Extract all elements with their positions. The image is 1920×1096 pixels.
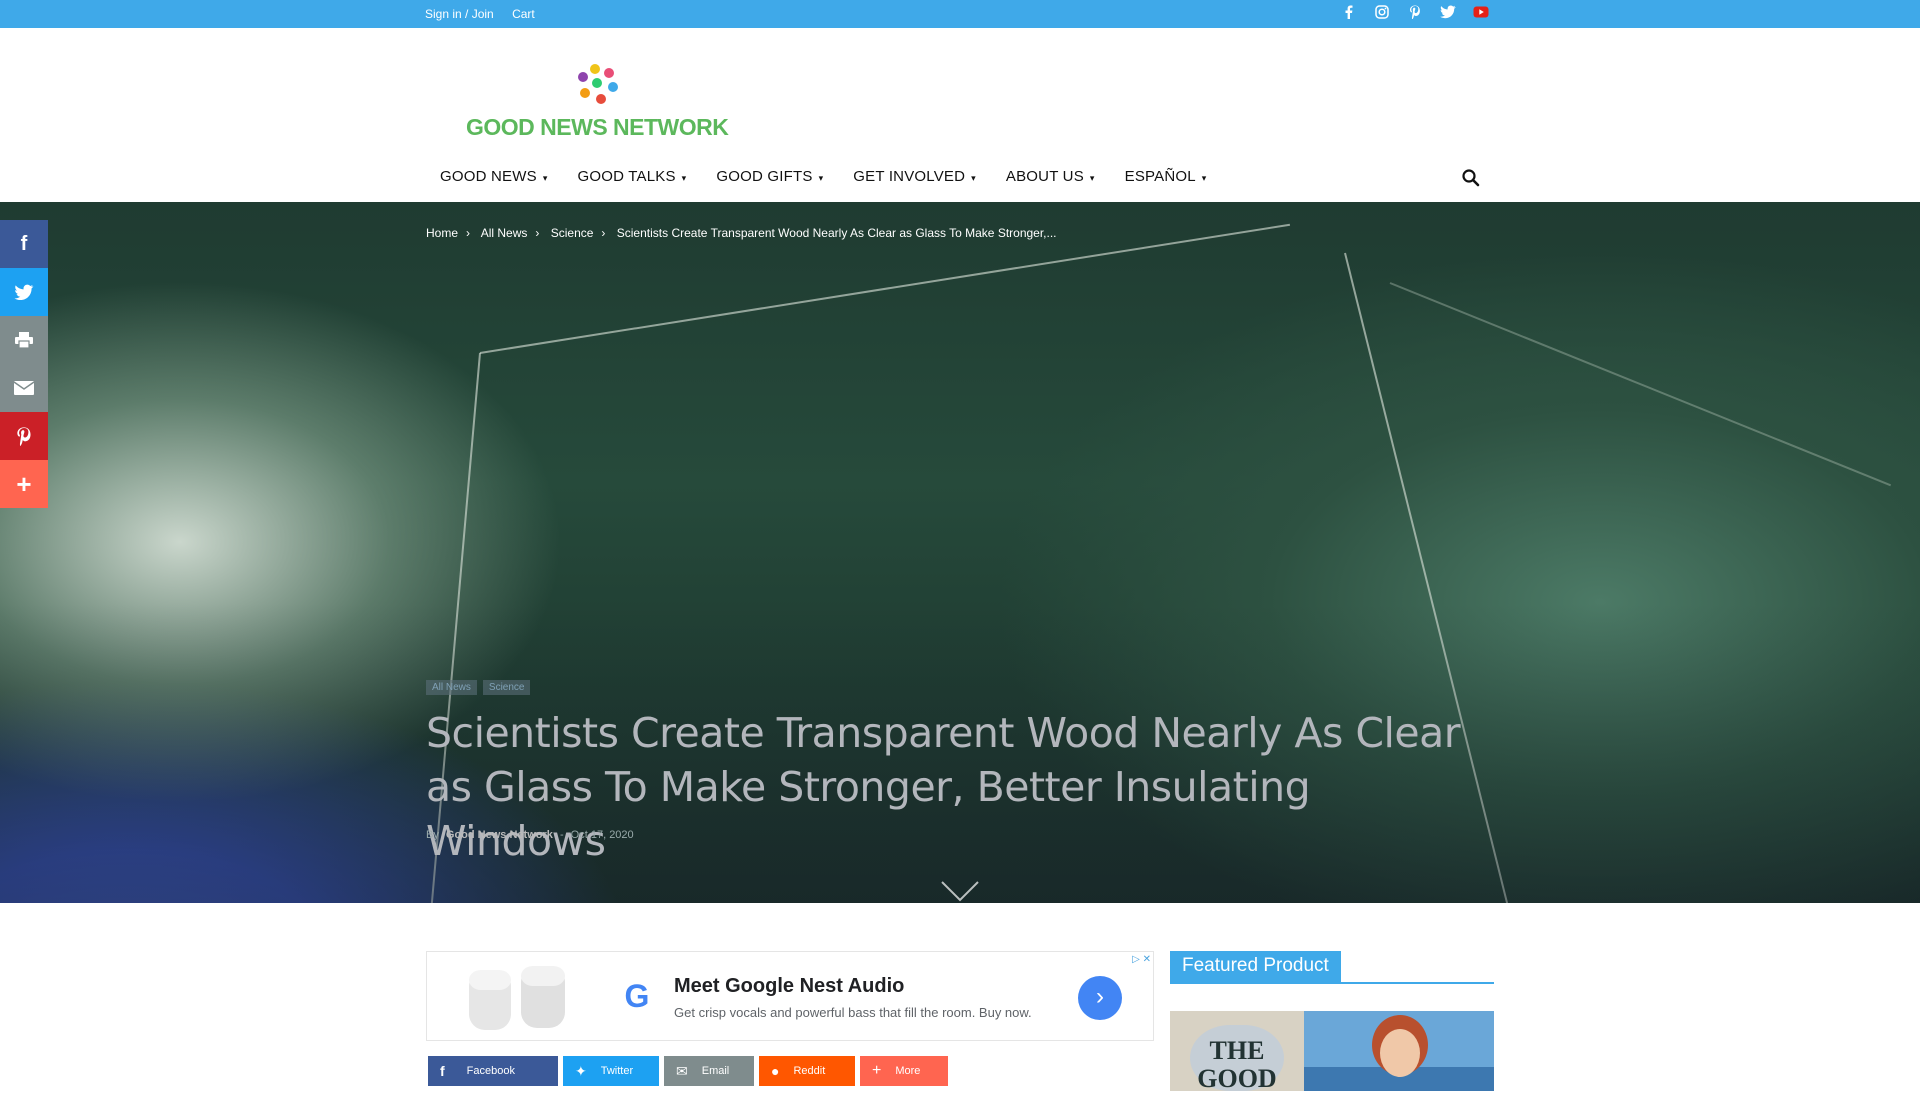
email-share-row-button[interactable]: ✉ Email xyxy=(664,1056,754,1086)
top-links: Sign in / Join Cart xyxy=(425,7,550,21)
nav-good-gifts[interactable]: GOOD GIFTS ▾ xyxy=(716,168,823,192)
nav-about-us[interactable]: ABOUT US ▾ xyxy=(1006,168,1095,192)
ad-go-button[interactable]: › xyxy=(1078,976,1122,1020)
main-nav: GOOD NEWS ▾ GOOD TALKS ▾ GOOD GIFTS ▾ GET I… xyxy=(440,168,1237,192)
svg-text:THE: THE xyxy=(1210,1036,1265,1065)
category-tags: All News Science xyxy=(426,680,531,695)
breadcrumb-all-news[interactable]: All News xyxy=(481,226,528,240)
social-links xyxy=(1338,5,1491,22)
logo-dots xyxy=(568,62,628,112)
more-share-button[interactable]: + xyxy=(0,460,48,508)
nest-audio-image xyxy=(457,962,577,1032)
email-share-button[interactable] xyxy=(0,364,48,412)
category-tag[interactable]: All News xyxy=(426,680,477,695)
twitter-share-row-button[interactable]: ✦ Twitter xyxy=(563,1056,659,1086)
chevron-down-icon: ▾ xyxy=(542,173,548,183)
ad-banner[interactable]: G Meet Google Nest Audio Get crisp vocal… xyxy=(426,951,1154,1041)
site-logo[interactable]: GOOD NEWS NETWORK xyxy=(460,58,730,148)
ad-close-icon[interactable]: ▷ ✕ xyxy=(1132,954,1151,965)
signin-link[interactable]: Sign in / Join xyxy=(425,7,494,21)
category-tag[interactable]: Science xyxy=(482,680,531,695)
author-link[interactable]: Good News Network xyxy=(446,829,553,841)
twitter-share-button[interactable] xyxy=(0,268,48,316)
facebook-share-button[interactable]: f xyxy=(0,220,48,268)
chevron-down-icon: ▾ xyxy=(1201,173,1207,183)
nav-get-involved[interactable]: GET INVOLVED ▾ xyxy=(853,168,976,192)
ad-headline[interactable]: Meet Google Nest Audio xyxy=(674,975,904,998)
nav-good-news[interactable]: GOOD NEWS ▾ xyxy=(440,168,548,192)
google-logo-icon: G xyxy=(624,978,650,1014)
breadcrumb: Home › All News › Science › Scientists Crea… xyxy=(426,226,1057,240)
pinterest-icon[interactable] xyxy=(1404,5,1425,22)
svg-text:GOOD: GOOD xyxy=(1197,1064,1276,1091)
more-share-row-button[interactable]: + More xyxy=(860,1056,948,1086)
facebook-icon[interactable] xyxy=(1338,5,1359,22)
top-bar: Sign in / Join Cart xyxy=(0,0,1920,28)
cart-link[interactable]: Cart xyxy=(512,7,535,21)
facebook-icon: f xyxy=(440,1063,445,1079)
breadcrumb-science[interactable]: Science xyxy=(551,226,594,240)
side-share-bar: f + xyxy=(0,220,48,508)
pinterest-icon xyxy=(17,427,31,446)
byline: By Good News Network - Oct 17, 2020 xyxy=(426,829,634,841)
breadcrumb-current: Scientists Create Transparent Wood Nearl… xyxy=(616,226,1057,240)
twitter-icon xyxy=(14,284,34,300)
nav-espanol[interactable]: ESPAÑOL ▾ xyxy=(1125,168,1207,192)
plus-icon: + xyxy=(16,468,32,499)
breadcrumb-home[interactable]: Home xyxy=(426,226,458,240)
plus-icon: + xyxy=(872,1062,882,1079)
featured-product-widget: Featured Product THE GOOD xyxy=(1170,951,1494,1093)
instagram-icon[interactable] xyxy=(1371,5,1392,22)
article-date: Oct 17, 2020 xyxy=(570,829,634,841)
chevron-down-icon: ▾ xyxy=(1089,173,1095,183)
nav-good-talks[interactable]: GOOD TALKS ▾ xyxy=(578,168,687,192)
reddit-share-row-button[interactable]: ● Reddit xyxy=(759,1056,855,1086)
featured-product-image[interactable]: THE GOOD xyxy=(1170,1011,1494,1093)
chevron-down-icon: ▾ xyxy=(971,173,976,183)
chevron-down-icon: ▾ xyxy=(818,173,824,183)
facebook-icon: f xyxy=(20,232,28,255)
scroll-down-icon[interactable] xyxy=(940,880,980,902)
ad-description: Get crisp vocals and powerful bass that … xyxy=(674,1005,1032,1020)
reddit-icon: ● xyxy=(771,1063,780,1079)
email-icon: ✉ xyxy=(676,1062,688,1079)
chevron-down-icon: ▾ xyxy=(681,173,687,183)
pinterest-share-button[interactable] xyxy=(0,412,48,460)
featured-product-title: Featured Product xyxy=(1170,951,1341,982)
youtube-icon[interactable] xyxy=(1470,5,1491,22)
print-button[interactable] xyxy=(0,316,48,364)
article-share-row: f Facebook ✦ Twitter ✉ Email ● Reddit + More xyxy=(428,1056,948,1086)
facebook-share-row-button[interactable]: f Facebook xyxy=(428,1056,558,1086)
email-icon xyxy=(13,381,35,395)
article-title: Scientists Create Transparent Wood Nearl… xyxy=(426,709,1461,865)
logo-text: GOOD NEWS NETWORK xyxy=(466,114,729,140)
print-icon xyxy=(15,332,33,349)
search-icon[interactable] xyxy=(1461,168,1481,188)
twitter-icon: ✦ xyxy=(575,1062,587,1079)
twitter-icon[interactable] xyxy=(1437,5,1458,22)
